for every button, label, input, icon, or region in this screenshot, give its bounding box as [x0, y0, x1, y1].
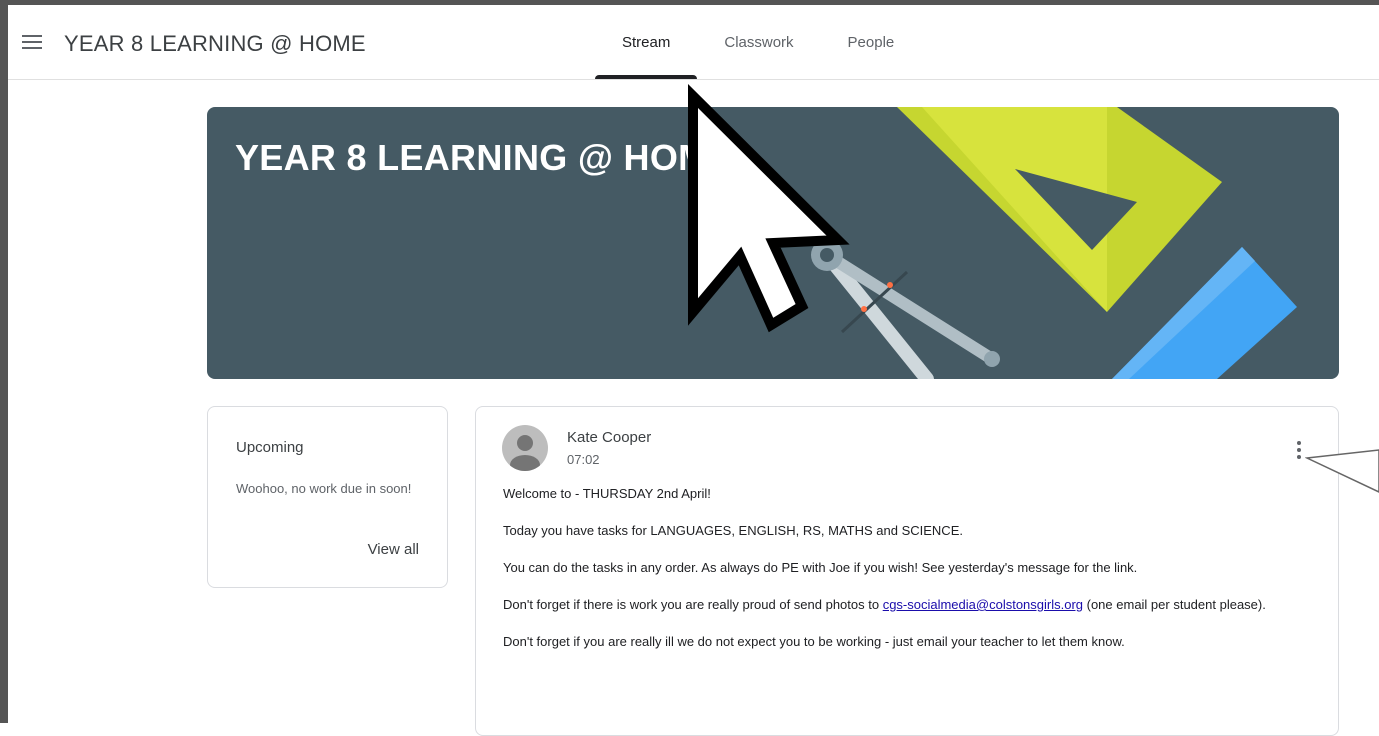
more-vert-icon[interactable]: [1293, 441, 1305, 463]
announcement-post: Kate Cooper 07:02 Welcome to - THURSDAY …: [475, 406, 1339, 736]
upcoming-card: Upcoming Woohoo, no work due in soon! Vi…: [207, 406, 448, 588]
tab-stream[interactable]: Stream: [595, 5, 698, 79]
post-body: Welcome to - THURSDAY 2nd April! Today y…: [503, 483, 1313, 668]
class-title[interactable]: YEAR 8 LEARNING @ HOME: [64, 31, 366, 57]
email-link[interactable]: cgs-socialmedia@colstonsgirls.org: [883, 597, 1083, 612]
tab-people[interactable]: People: [821, 5, 922, 79]
hamburger-menu-icon[interactable]: [22, 35, 42, 51]
window-frame-left: [0, 0, 8, 723]
default-avatar-icon[interactable]: [502, 425, 548, 471]
post-time: 07:02: [567, 452, 600, 467]
banner-title: YEAR 8 LEARNING @ HOME: [235, 137, 733, 178]
upcoming-empty-text: Woohoo, no work due in soon!: [236, 481, 412, 496]
post-paragraph: You can do the tasks in any order. As al…: [503, 560, 1138, 575]
top-app-bar: YEAR 8 LEARNING @ HOME Stream Classwork …: [8, 5, 1379, 80]
post-paragraph: Don't forget if you are really ill we do…: [503, 634, 1125, 649]
photos-text-after: (one email per student please).: [1083, 597, 1266, 612]
post-author[interactable]: Kate Cooper: [567, 429, 651, 446]
view-all-link[interactable]: View all: [368, 541, 419, 558]
tab-classwork[interactable]: Classwork: [697, 5, 820, 79]
class-banner: YEAR 8 LEARNING @ HOME: [207, 107, 1339, 379]
upcoming-title: Upcoming: [236, 439, 304, 456]
post-paragraph: Today you have tasks for LANGUAGES, ENGL…: [503, 523, 963, 538]
post-paragraph: Welcome to - THURSDAY 2nd April!: [503, 486, 711, 501]
photos-text-before: Don't forget if there is work you are re…: [503, 597, 883, 612]
nav-tabs: Stream Classwork People: [595, 5, 921, 79]
post-paragraph-photos: Don't forget if there is work you are re…: [503, 594, 1313, 615]
